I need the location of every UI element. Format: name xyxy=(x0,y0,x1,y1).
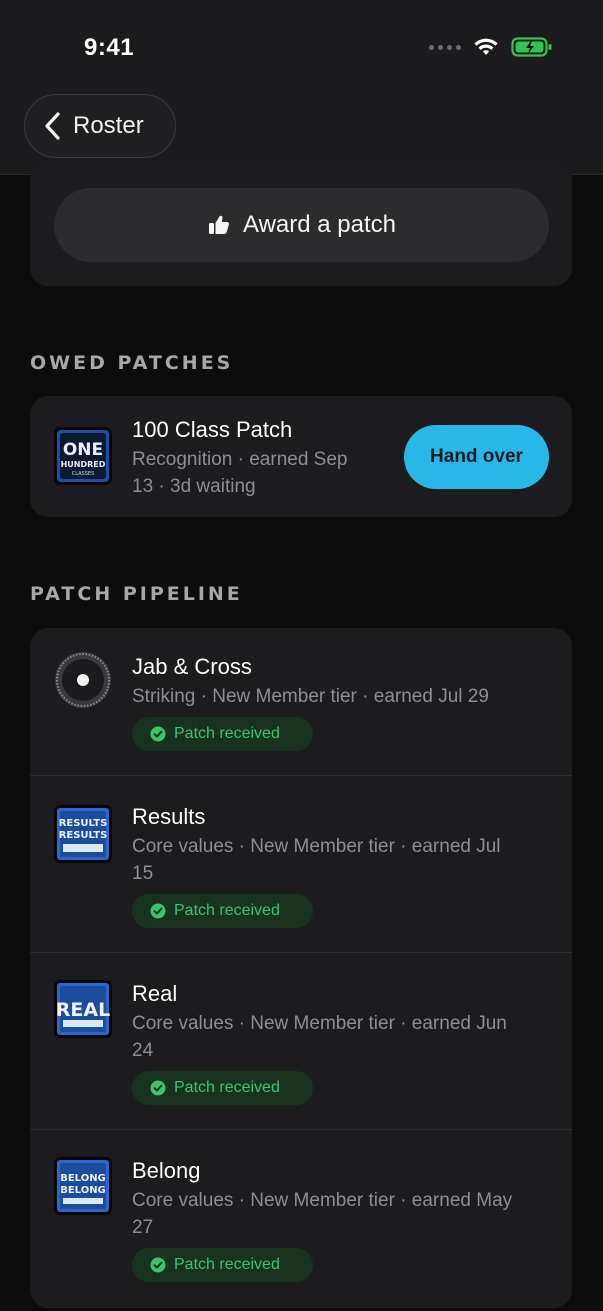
check-badge-icon xyxy=(150,1080,166,1096)
patch-pipeline-heading: PATCH PIPELINE xyxy=(30,583,243,605)
top-bar: 9:41 Roster xyxy=(0,0,603,175)
pipeline-item-title: Jab & Cross xyxy=(132,654,252,679)
status-icons xyxy=(429,36,553,58)
award-patch-label: Award a patch xyxy=(243,211,396,238)
results-patch-icon: RESULTS RESULTS xyxy=(54,805,112,863)
patch-thumb-text-one: ONE xyxy=(63,440,103,460)
row-divider xyxy=(30,775,572,776)
pipeline-item-meta-cont: 27 xyxy=(132,1217,154,1238)
jab-cross-patch-icon xyxy=(55,652,111,708)
status-badge: Patch received xyxy=(132,1071,313,1105)
hand-over-button[interactable]: Hand over xyxy=(404,425,549,489)
row-divider xyxy=(30,952,572,953)
status-badge-label: Patch received xyxy=(174,725,280,742)
pipeline-item-meta-cont: 15 xyxy=(132,863,154,884)
status-badge-label: Patch received xyxy=(174,1079,280,1096)
real-patch-icon: REAL xyxy=(54,980,112,1038)
award-patch-button[interactable]: Award a patch xyxy=(54,188,549,262)
patch-thumb-text: REAL xyxy=(56,999,110,1021)
pipeline-item-meta: Core values · New Member tier · earned J… xyxy=(132,836,501,857)
check-badge-icon xyxy=(150,726,166,742)
pipeline-item-meta: Core values · New Member tier · earned J… xyxy=(132,1013,507,1034)
check-badge-icon xyxy=(150,903,166,919)
status-time: 9:41 xyxy=(84,34,135,61)
status-badge-label: Patch received xyxy=(174,1256,280,1273)
back-button[interactable]: Roster xyxy=(24,94,176,158)
wifi-icon xyxy=(474,38,498,55)
signal-dots-icon xyxy=(429,44,461,50)
patch-thumb-text-hundred: HUNDRED xyxy=(61,460,106,469)
status-badge-label: Patch received xyxy=(174,902,280,919)
thumbs-up-icon xyxy=(209,215,229,234)
patch-thumb-text: BELONG xyxy=(60,1185,106,1196)
owed-patch-meta-line2: 13 · 3d waiting xyxy=(132,476,256,497)
pipeline-item-meta: Core values · New Member tier · earned M… xyxy=(132,1190,513,1211)
status-badge: Patch received xyxy=(132,894,313,928)
pipeline-item-title: Real xyxy=(132,981,178,1006)
patch-thumb-text: BELONG xyxy=(60,1173,106,1184)
owed-patches-heading: OWED PATCHES xyxy=(30,352,234,374)
status-badge: Patch received xyxy=(132,717,313,751)
belong-patch-icon: BELONG BELONG xyxy=(54,1157,112,1215)
check-badge-icon xyxy=(150,1257,166,1273)
back-button-label: Roster xyxy=(73,112,144,139)
pipeline-item-title: Results xyxy=(132,804,206,829)
patch-thumb-text: RESULTS xyxy=(59,830,108,841)
owed-patch-meta-line1: Recognition · earned Sep xyxy=(132,449,348,470)
battery-charging-icon xyxy=(511,37,552,57)
row-divider xyxy=(30,1129,572,1130)
patch-thumb-text-classes: CLASSES xyxy=(72,471,95,477)
pipeline-item-meta-cont: 24 xyxy=(132,1040,154,1061)
chevron-left-icon xyxy=(45,112,60,140)
pipeline-item-title: Belong xyxy=(132,1158,201,1183)
one-hundred-patch-icon: ONE HUNDRED CLASSES xyxy=(54,427,112,485)
patch-thumb-text: RESULTS xyxy=(59,818,108,829)
pipeline-item-meta: Striking · New Member tier · earned Jul … xyxy=(132,686,489,707)
status-badge: Patch received xyxy=(132,1248,313,1282)
owed-patch-title: 100 Class Patch xyxy=(132,417,293,442)
